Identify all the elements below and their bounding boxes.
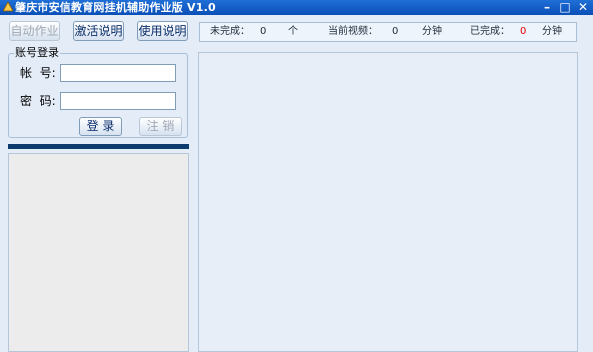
activation-info-button[interactable]: 激活说明 xyxy=(73,21,124,41)
login-group: 账号登录 帐 号: 密 码: 登 录 注 销 xyxy=(8,46,188,138)
auto-work-button[interactable]: 自动作业 xyxy=(9,21,60,41)
maximize-button[interactable]: □ xyxy=(558,0,572,15)
current-video-value: 0 xyxy=(392,26,399,37)
current-video-label: 当前视频： xyxy=(328,26,378,37)
login-group-title: 账号登录 xyxy=(14,46,60,60)
progress-divider-bar xyxy=(8,144,189,149)
log-panel xyxy=(8,153,189,352)
app-logo-icon xyxy=(3,2,13,12)
close-button[interactable]: ✕ xyxy=(576,0,590,15)
current-video-unit: 分钟 xyxy=(422,26,442,37)
finished-unit: 分钟 xyxy=(542,26,562,37)
unfinished-unit: 个 xyxy=(288,26,298,37)
finished-value: 0 xyxy=(520,26,527,37)
logout-button[interactable]: 注 销 xyxy=(139,117,182,136)
window-title: 肇庆市安信教育网挂机辅助作业版 V1.0 xyxy=(15,1,216,14)
title-bar: 肇庆市安信教育网挂机辅助作业版 V1.0 – □ ✕ xyxy=(0,0,593,15)
unfinished-value: 0 xyxy=(260,26,267,37)
password-input[interactable] xyxy=(60,92,176,110)
status-bar: 未完成： 0 个 当前视频： 0 分钟 已完成： 0 分钟 xyxy=(199,22,577,42)
finished-label: 已完成： xyxy=(470,26,510,37)
usage-info-button[interactable]: 使用说明 xyxy=(137,21,188,41)
browser-panel xyxy=(198,52,578,352)
login-button[interactable]: 登 录 xyxy=(79,117,122,136)
minimize-button[interactable]: – xyxy=(540,0,554,15)
account-input[interactable] xyxy=(60,64,176,82)
password-label: 密 码: xyxy=(20,94,56,108)
account-label: 帐 号: xyxy=(20,66,56,80)
unfinished-label: 未完成： xyxy=(210,26,250,37)
